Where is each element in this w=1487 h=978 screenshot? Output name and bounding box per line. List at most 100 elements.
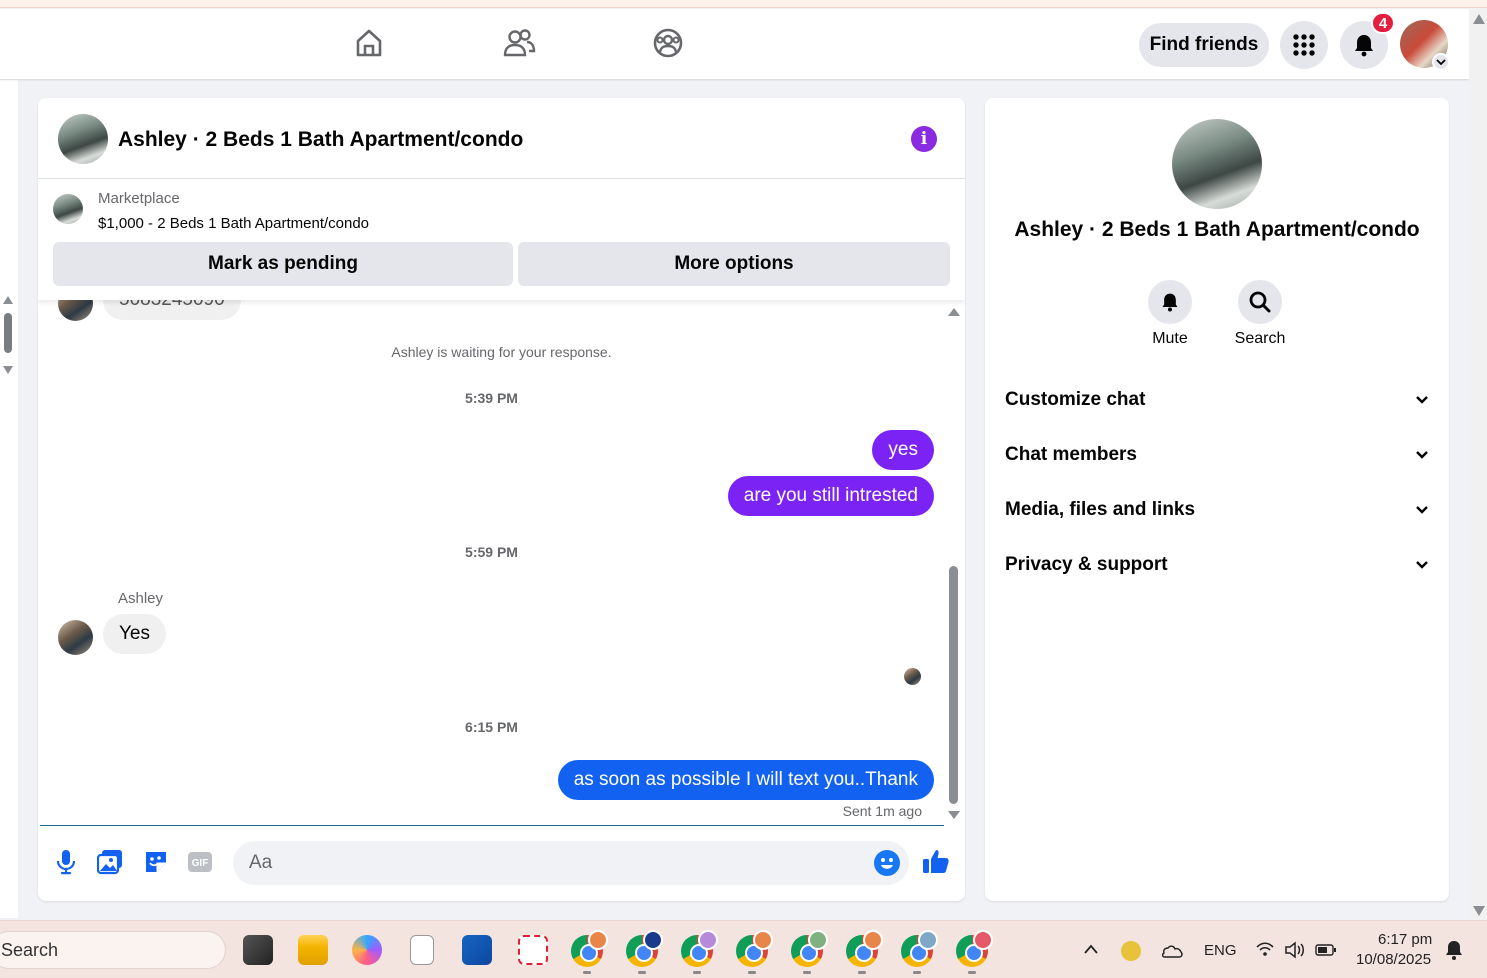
chat-panel: Ashley · 2 Beds 1 Bath Apartment/condo i… [38, 98, 965, 901]
clock-time[interactable]: 6:17 pm [1378, 931, 1432, 948]
chevron-up-icon[interactable] [1083, 943, 1099, 955]
more-options-button[interactable]: More options [518, 242, 950, 286]
grid-icon [1293, 34, 1315, 56]
running-indicator [583, 971, 591, 974]
profile-badge-icon [973, 930, 993, 950]
running-indicator [913, 971, 921, 974]
bell-icon [1355, 35, 1373, 57]
message-bubble-incoming[interactable]: Yes [103, 614, 166, 654]
search-in-chat-button[interactable]: Search [1220, 280, 1300, 348]
chat-avatar[interactable] [58, 114, 108, 164]
mark-as-pending-button[interactable]: Mark as pending [53, 242, 513, 286]
section-label: Customize chat [1005, 389, 1146, 410]
taskbar-search[interactable]: Search [0, 931, 226, 969]
bell-icon [1162, 293, 1178, 312]
running-indicator [693, 971, 701, 974]
like-thumb-icon[interactable] [922, 847, 950, 875]
windows-taskbar: Search ENG 6:17 pm 10/08/2025 [0, 920, 1487, 978]
chat-info-name: Ashley · 2 Beds 1 Bath Apartment/condo [1014, 218, 1420, 241]
profile-badge-icon [863, 930, 883, 950]
listing-thumbnail[interactable] [53, 194, 83, 224]
read-receipt-avatar [904, 668, 921, 685]
section-media-files-links[interactable]: Media, files and links [1005, 490, 1429, 530]
groups-icon[interactable] [650, 25, 686, 61]
sender-avatar[interactable] [58, 620, 93, 655]
left-scrollbar-thumb[interactable] [4, 313, 12, 353]
chat-header: Ashley · 2 Beds 1 Bath Apartment/condo i [38, 98, 965, 179]
page-scrollbar[interactable] [1469, 9, 1487, 919]
mute-button[interactable]: Mute [1130, 280, 1210, 348]
notepad-icon[interactable] [410, 935, 434, 965]
message-input[interactable]: Aa [233, 841, 909, 885]
store-icon[interactable] [462, 935, 492, 965]
gif-icon[interactable]: GIF [186, 848, 214, 876]
chat-info-avatar[interactable] [1172, 119, 1262, 209]
chat-scroll-down-icon[interactable] [948, 811, 960, 819]
profile-badge-icon [698, 930, 718, 950]
waiting-status-text: Ashley is waiting for your response. [391, 344, 612, 360]
clock-date[interactable]: 10/08/2025 [1356, 951, 1431, 968]
volume-icon[interactable] [1284, 941, 1306, 959]
running-indicator [803, 971, 811, 974]
wifi-icon[interactable] [1255, 941, 1275, 959]
left-pane [0, 80, 18, 918]
chat-scrollbar-thumb[interactable] [949, 566, 958, 804]
message-bubble-outgoing[interactable]: as soon as possible I will text you..Tha… [557, 760, 934, 800]
chevron-down-icon[interactable] [1432, 53, 1450, 71]
profile-badge-icon [588, 930, 608, 950]
menu-grid-button[interactable] [1280, 21, 1328, 69]
home-icon[interactable] [351, 25, 387, 61]
page-scroll-down-icon[interactable] [1473, 906, 1485, 916]
profile-badge-icon [753, 930, 773, 950]
snipping-tool-icon[interactable] [518, 935, 548, 965]
friends-icon[interactable] [501, 25, 537, 61]
task-view-icon[interactable] [243, 935, 273, 965]
emoji-icon[interactable] [874, 850, 900, 876]
chat-scroll-up-icon[interactable] [948, 308, 960, 316]
chat-info-panel: Ashley · 2 Beds 1 Bath Apartment/condo M… [985, 98, 1449, 901]
timestamp: 5:39 PM [465, 390, 518, 406]
info-icon[interactable]: i [911, 126, 937, 152]
language-indicator[interactable]: ENG [1204, 942, 1237, 959]
section-label: Media, files and links [1005, 499, 1196, 520]
message-bubble-outgoing[interactable]: yes [872, 430, 934, 470]
svg-text:GIF: GIF [192, 858, 209, 869]
sticker-icon[interactable] [142, 848, 170, 876]
top-navbar: Find friends 4 [0, 9, 1469, 79]
find-friends-button[interactable]: Find friends [1139, 23, 1269, 67]
profile-badge-icon [643, 930, 663, 950]
battery-icon[interactable] [1315, 943, 1337, 957]
search-label: Search [1234, 330, 1286, 347]
section-customize-chat[interactable]: Customize chat [1005, 380, 1429, 420]
notification-center-icon[interactable] [1444, 939, 1464, 961]
search-icon [1249, 291, 1271, 313]
running-indicator [638, 971, 646, 974]
section-label: Privacy & support [1005, 554, 1168, 575]
browser-top-strip [0, 0, 1487, 8]
marketplace-listing-card: Marketplace $1,000 - 2 Beds 1 Bath Apart… [38, 180, 965, 300]
sent-status: Sent 1m ago [842, 803, 922, 819]
listing-title[interactable]: $1,000 - 2 Beds 1 Bath Apartment/condo [98, 215, 369, 232]
photo-icon[interactable] [96, 848, 124, 876]
tray-app-icon[interactable] [1121, 941, 1141, 961]
chevron-down-icon [1416, 506, 1428, 514]
file-explorer-icon[interactable] [298, 935, 328, 965]
sender-name: Ashley [118, 590, 164, 607]
profile-badge-icon [918, 930, 938, 950]
chat-title[interactable]: Ashley · 2 Beds 1 Bath Apartment/condo [118, 128, 523, 152]
section-privacy-support[interactable]: Privacy & support [1005, 545, 1429, 585]
section-chat-members[interactable]: Chat members [1005, 435, 1429, 475]
scroll-up-arrow-icon[interactable] [3, 296, 13, 304]
scroll-down-arrow-icon[interactable] [3, 366, 13, 374]
chevron-down-icon [1416, 561, 1428, 569]
section-label: Chat members [1005, 444, 1137, 465]
copilot-icon[interactable] [352, 935, 382, 965]
microphone-icon[interactable] [52, 848, 80, 876]
timestamp: 5:59 PM [465, 544, 518, 560]
chevron-down-icon [1416, 451, 1428, 459]
chevron-down-icon [1416, 396, 1428, 404]
message-bubble-outgoing[interactable]: are you still intrested [727, 476, 934, 516]
running-indicator [858, 971, 866, 974]
onedrive-icon[interactable] [1160, 943, 1184, 959]
page-scroll-up-icon[interactable] [1473, 14, 1485, 24]
